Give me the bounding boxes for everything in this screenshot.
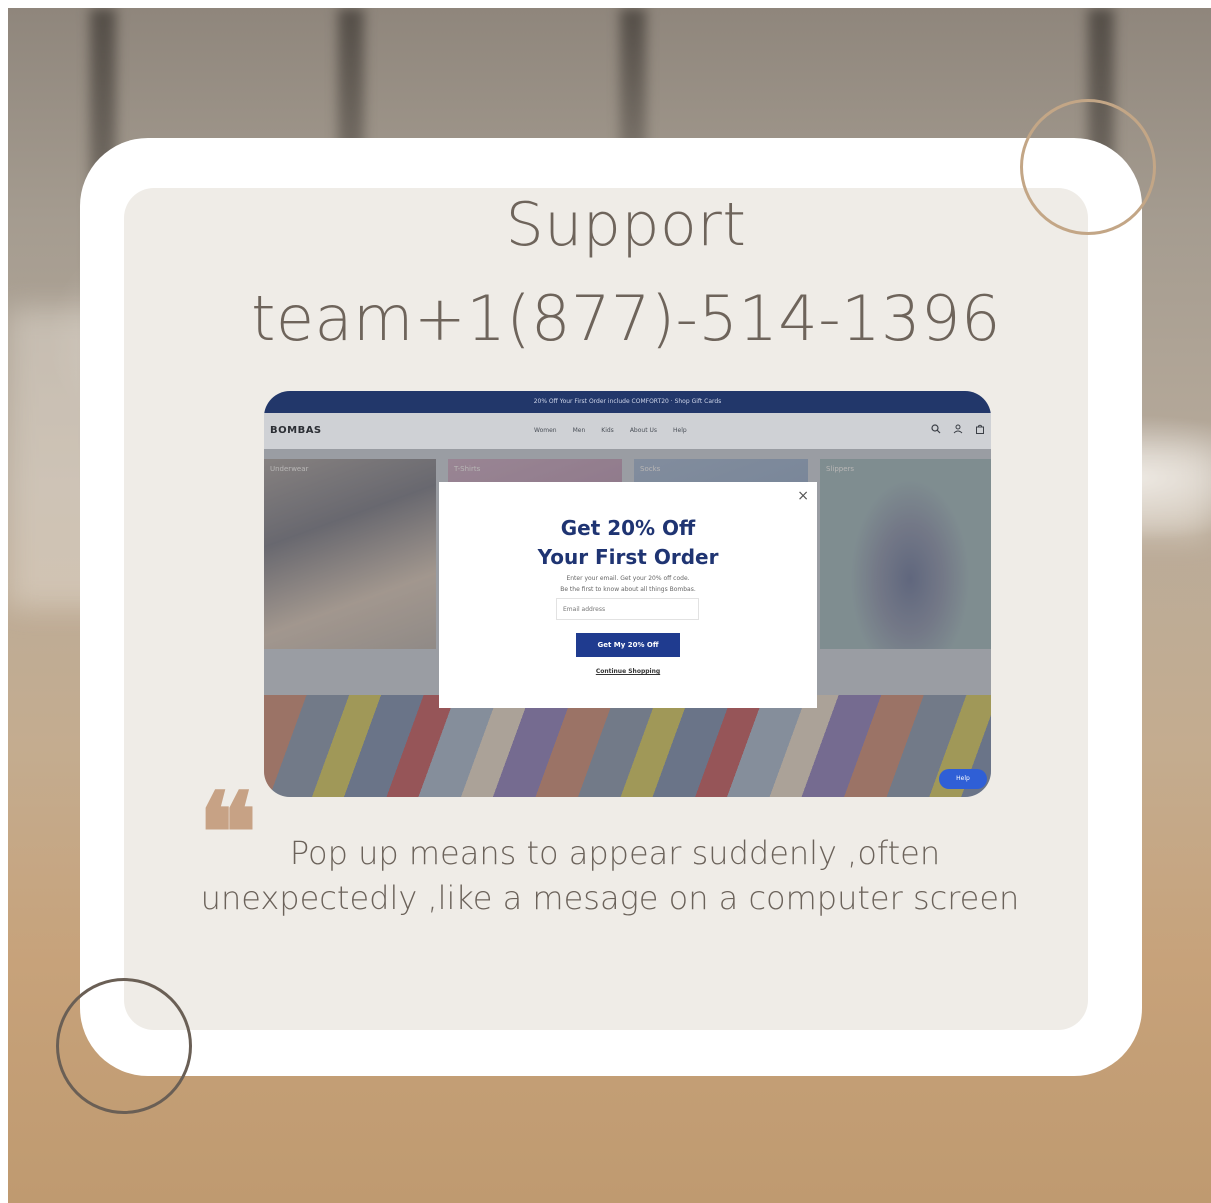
nav-icons (931, 424, 985, 437)
quote-line-1: Pop up means to appear suddenly ,often (289, 834, 941, 872)
popup-copy: Be the first to know about all things Bo… (560, 586, 696, 593)
nav-link-about[interactable]: About Us (630, 427, 657, 434)
nav-link-men[interactable]: Men (573, 427, 586, 434)
chat-button[interactable]: Help (939, 769, 987, 789)
headline-line-1: Support (505, 190, 747, 260)
nav-links: Women Men Kids About Us Help (534, 427, 687, 434)
nav-link-women[interactable]: Women (534, 427, 557, 434)
popup-subtitle: Your First Order (537, 545, 719, 569)
brand-logo[interactable]: BOMBAS (270, 425, 322, 436)
get-discount-button[interactable]: Get My 20% Off (576, 633, 680, 657)
close-icon[interactable]: × (797, 488, 809, 504)
signup-popup: × Get 20% Off Your First Order Enter you… (439, 482, 817, 708)
continue-shopping-link[interactable]: Continue Shopping (439, 668, 817, 675)
nav-link-kids[interactable]: Kids (601, 427, 614, 434)
popup-title: Get 20% Off (560, 516, 696, 540)
website-screenshot: 20% Off Your First Order include COMFORT… (264, 391, 991, 797)
promo-bar[interactable]: 20% Off Your First Order include COMFORT… (264, 391, 991, 413)
decorative-ring-bottom (56, 978, 192, 1114)
nav-link-help[interactable]: Help (673, 427, 687, 434)
site-navbar: BOMBAS Women Men Kids About Us Help (264, 413, 991, 449)
headline-phone: team+1(877)-514-1396 (251, 282, 1001, 355)
quote-line-2: unexpectedly ,like a mesage on a compute… (200, 879, 1020, 917)
popup-copy: Enter your email. Get your 20% off code. (566, 575, 690, 582)
search-icon[interactable] (931, 424, 941, 437)
bag-icon[interactable] (975, 424, 985, 437)
email-field[interactable] (556, 598, 699, 620)
account-icon[interactable] (953, 424, 963, 437)
